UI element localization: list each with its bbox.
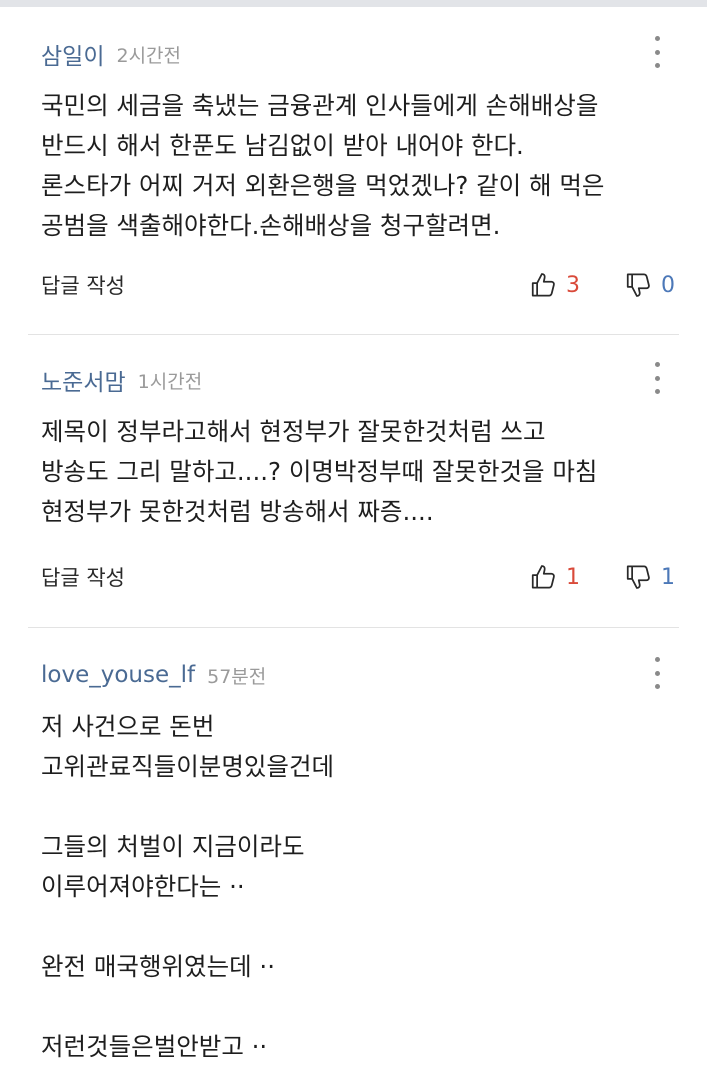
- comment-line: 공범을 색출해야한다.손해배상을 청구할려면.: [41, 211, 501, 240]
- dislike-button[interactable]: 0: [624, 270, 675, 300]
- vote-group: 1 1: [529, 562, 675, 592]
- comment-line: 저런것들은벌안받고 ··: [41, 1032, 268, 1061]
- like-count: 1: [566, 564, 580, 590]
- comment-time: 2시간전: [116, 44, 182, 67]
- comment-body: 국민의 세금을 축냈는 금융관계 인사들에게 손해배상을 반드시 해서 한푼도 …: [41, 86, 677, 246]
- more-vertical-icon[interactable]: [647, 362, 667, 394]
- comment-header: 삼일이 2시간전: [41, 34, 181, 74]
- dislike-count: 1: [661, 564, 675, 590]
- vote-group: 3 0: [529, 270, 675, 300]
- like-count: 3: [566, 272, 580, 298]
- comment-line: 완전 매국행위였는데 ··: [41, 952, 276, 981]
- like-button[interactable]: 1: [529, 562, 582, 592]
- thumbs-up-icon: [531, 565, 555, 589]
- comment-line: 국민의 세금을 축냈는 금융관계 인사들에게 손해배상을: [41, 91, 599, 120]
- like-button[interactable]: 3: [529, 270, 582, 300]
- comment-line: 방송도 그리 말하고....? 이명박정부때 잘못한것을 마침: [41, 457, 598, 486]
- comment-line: 저 사건으로 돈번: [41, 712, 215, 741]
- top-divider: [0, 0, 707, 7]
- comment-author[interactable]: 노준서맘: [41, 363, 126, 397]
- comment-divider: [28, 334, 679, 335]
- comment-header: 노준서맘 1시간전: [41, 360, 202, 400]
- comment-divider: [28, 627, 679, 628]
- dislike-button[interactable]: 1: [624, 562, 675, 592]
- comment-line: 현정부가 못한것처럼 방송해서 짜증....: [41, 497, 434, 526]
- reply-button[interactable]: 답글 작성: [41, 270, 125, 300]
- dislike-count: 0: [661, 272, 675, 298]
- comment-header: love_youse_lf 57분전: [41, 655, 266, 695]
- reply-button[interactable]: 답글 작성: [41, 562, 125, 592]
- thumbs-up-icon: [531, 273, 555, 297]
- comment-time: 1시간전: [137, 370, 203, 393]
- comment-time: 57분전: [207, 665, 267, 688]
- comment-line: 그들의 처벌이 지금이라도: [41, 832, 305, 861]
- thumbs-down-icon: [626, 273, 650, 297]
- comment-line: 론스타가 어찌 거저 외환은행을 먹었겠나? 같이 해 먹은: [41, 171, 605, 200]
- thumbs-down-icon: [626, 565, 650, 589]
- comment-body: 저 사건으로 돈번 고위관료직들이분명있을건데 그들의 처벌이 지금이라도 이루…: [41, 707, 677, 1067]
- more-vertical-icon[interactable]: [647, 657, 667, 689]
- comment-line: 반드시 해서 한푼도 남김없이 받아 내어야 한다.: [41, 131, 524, 160]
- comment-line: 이루어져야한다는 ··: [41, 872, 245, 901]
- more-vertical-icon[interactable]: [647, 36, 667, 68]
- comment-author[interactable]: love_youse_lf: [41, 662, 195, 688]
- comment-line: 고위관료직들이분명있을건데: [41, 752, 335, 781]
- comment-author[interactable]: 삼일이: [41, 37, 104, 71]
- comment-body: 제목이 정부라고해서 현정부가 잘못한것처럼 쓰고 방송도 그리 말하고....…: [41, 412, 677, 532]
- comment-line: 제목이 정부라고해서 현정부가 잘못한것처럼 쓰고: [41, 417, 546, 446]
